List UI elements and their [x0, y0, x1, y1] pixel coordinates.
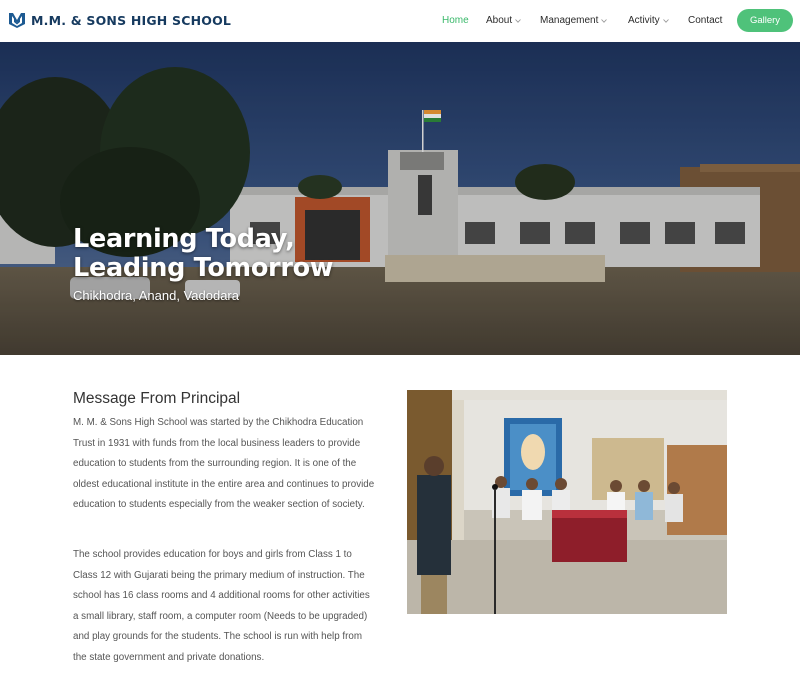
hero-title-line1: Learning Today,: [73, 224, 295, 254]
gallery-button[interactable]: Gallery: [737, 9, 793, 32]
hero-title: Learning Today, Leading Tomorrow: [73, 225, 403, 283]
chevron-down-icon: [662, 18, 669, 23]
chevron-down-icon: [601, 18, 608, 23]
school-building-image: [0, 42, 800, 355]
nav-management[interactable]: Management: [540, 15, 608, 26]
principal-paragraph-1: M. M. & Sons High School was started by …: [73, 417, 375, 510]
nav-contact-label: Contact: [688, 15, 723, 26]
site-name: M.M. & SONS HIGH SCHOOL: [31, 13, 232, 28]
nav-home-label: Home: [442, 15, 469, 26]
site-logo[interactable]: M.M. & SONS HIGH SCHOOL: [8, 12, 231, 29]
nav-activity-label: Activity: [628, 15, 660, 26]
hero-title-line2: Leading Tomorrow: [73, 253, 334, 283]
principal-paragraph-2: The school provides education for boys a…: [73, 549, 370, 663]
event-photo-image: [407, 390, 727, 614]
nav-contact[interactable]: Contact: [688, 15, 722, 26]
chevron-down-icon: [515, 18, 521, 23]
nav-about-label: About: [486, 15, 513, 26]
shield-logo-icon: [9, 13, 25, 28]
principal-heading: Message From Principal: [73, 390, 241, 407]
site-header: M.M. & SONS HIGH SCHOOL Home About Manag…: [0, 0, 800, 42]
nav-home[interactable]: Home: [442, 15, 469, 26]
nav-about[interactable]: About: [486, 15, 521, 26]
hero-subtitle: Chikhodra, Anand, Vadodara: [73, 288, 239, 303]
nav-activity[interactable]: Activity: [628, 15, 669, 26]
hero-banner: Learning Today, Leading Tomorrow Chikhod…: [0, 42, 800, 355]
nav-management-label: Management: [540, 15, 599, 26]
principal-event-photo: [407, 390, 727, 614]
